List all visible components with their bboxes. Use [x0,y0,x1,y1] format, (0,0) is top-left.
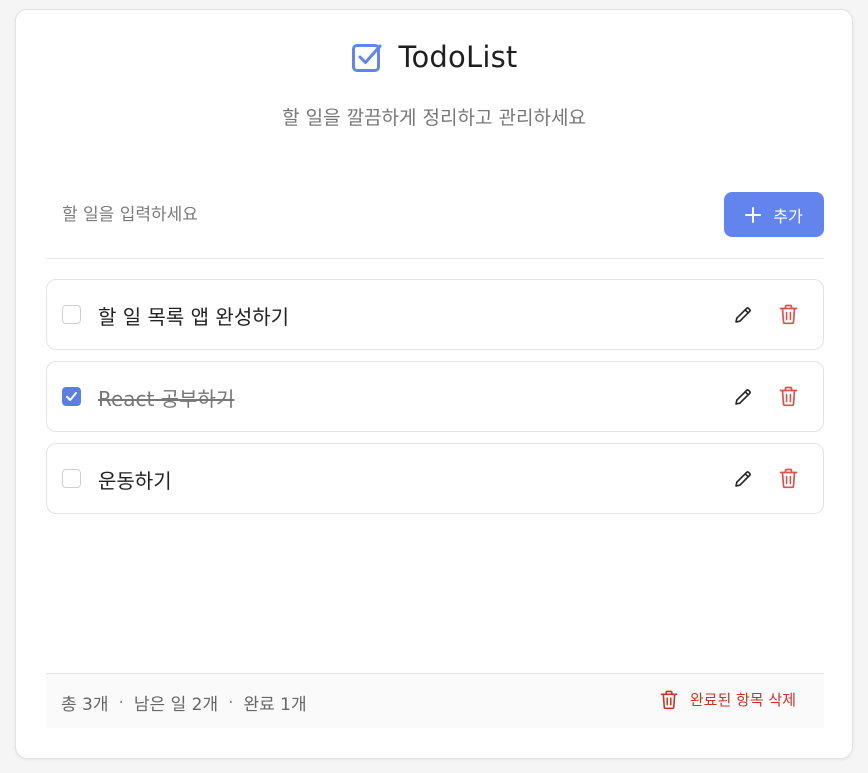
separator: · [118,692,124,713]
todo-text: React 공부하기 [98,387,235,411]
add-button[interactable]: 추가 [724,192,824,237]
trash-icon [660,690,678,710]
footer: 총 3개 · 남은 일 2개 · 완료 1개 완료된 항목 삭제 [46,673,824,728]
todo-checkbox[interactable] [62,305,81,324]
edit-icon[interactable] [733,305,753,325]
todo-checkbox-checked[interactable] [62,387,81,406]
input-row: 추가 [46,192,824,259]
clear-completed-button[interactable]: 완료된 항목 삭제 [660,689,796,710]
completed-count: 완료 1개 [243,695,307,715]
todo-item: 할 일 목록 앱 완성하기 [46,279,824,350]
subtitle: 할 일을 깔끔하게 정리하고 관리하세요 [282,107,586,129]
edit-icon[interactable] [733,469,753,489]
remaining-count: 남은 일 2개 [133,695,219,715]
todo-card: TodoList 할 일을 깔끔하게 정리하고 관리하세요 추가 할 일 목록 … [15,9,853,759]
todo-item: React 공부하기 [46,361,824,432]
separator: · [228,692,234,713]
add-button-label: 추가 [773,206,803,226]
trash-icon[interactable] [779,386,798,407]
plus-icon [745,206,762,223]
trash-icon[interactable] [779,304,798,325]
todo-item: 운동하기 [46,443,824,514]
todo-text: 운동하기 [98,469,172,493]
trash-icon[interactable] [779,468,798,489]
todo-checkbox[interactable] [62,469,81,488]
stats: 총 3개 · 남은 일 2개 · 완료 1개 [61,690,307,716]
edit-icon[interactable] [733,387,753,407]
title-row: TodoList [351,40,518,74]
total-count: 총 3개 [61,695,109,715]
check-icon [66,392,77,401]
clear-completed-label: 완료된 항목 삭제 [689,691,796,709]
header: TodoList [16,40,852,77]
todo-text: 할 일 목록 앱 완성하기 [98,305,290,329]
todo-list: 할 일 목록 앱 완성하기 React 공부하기 운동하기 [46,279,824,525]
checkbox-icon [351,41,383,73]
todo-input[interactable] [46,192,686,238]
app-title: TodoList [398,40,518,74]
